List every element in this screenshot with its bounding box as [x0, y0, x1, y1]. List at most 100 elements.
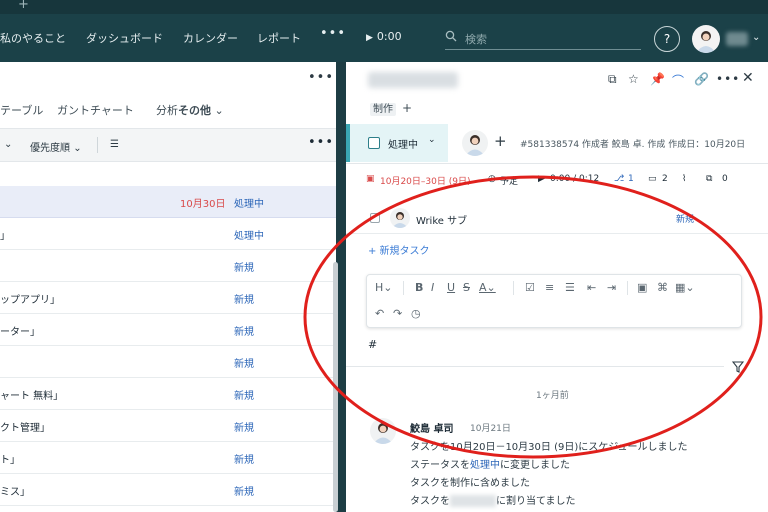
text-color-icon[interactable]: A⌄ [479, 281, 496, 294]
table-row[interactable]: ャート 無料」 新規 [0, 378, 336, 410]
row-name: ト」 [0, 455, 20, 466]
row-status[interactable]: 新規 [234, 419, 254, 434]
chevron-down-icon[interactable]: ⌄ [4, 139, 12, 150]
table-row[interactable]: 」 処理中 [0, 218, 336, 250]
date-range[interactable]: 10月20日–30日 (9日) [380, 174, 470, 187]
task-list-panel: ••• テーブル ガントチャート 分析その他 ⌄ ⌄ 優先度順 ⌄ ☰ ••• … [0, 62, 338, 512]
activity-link[interactable]: 処理中 [470, 460, 500, 471]
table-row[interactable]: 新規 [0, 346, 336, 378]
bullet-list-icon[interactable]: ☰ [565, 281, 575, 294]
table-row[interactable]: ップアプリ」 新規 [0, 282, 336, 314]
scrollbar[interactable] [333, 262, 338, 512]
row-status[interactable]: 新規 [234, 323, 254, 338]
strikethrough-icon[interactable]: S [463, 281, 470, 294]
assignee-avatar[interactable] [462, 130, 488, 156]
filter-icon[interactable] [732, 361, 744, 373]
table-row[interactable]: ト」 新規 [0, 442, 336, 474]
row-name: クト管理」 [0, 423, 50, 434]
editor-content[interactable]: # [368, 338, 377, 351]
image-icon[interactable]: ▣ [637, 281, 647, 294]
link-icon[interactable]: 🔗 [694, 72, 709, 86]
status-dropdown[interactable]: 処理中 ⌄ [346, 124, 448, 162]
row-status[interactable]: 新規 [234, 355, 254, 370]
due-label[interactable]: 予定 [500, 174, 518, 187]
activity-link[interactable]: 制作 [450, 478, 470, 489]
pin-icon[interactable]: 📌 [650, 72, 665, 86]
subtasks-count[interactable]: 1 [628, 174, 634, 184]
row-status[interactable]: 新規 [234, 259, 254, 274]
dependencies-count[interactable]: 0 [722, 174, 728, 184]
window-icon[interactable]: ⧉ [608, 72, 617, 87]
time-tracking[interactable]: 0:00 / 0:12 [550, 174, 599, 184]
timer[interactable]: ▶ 0:00 [366, 30, 402, 43]
panel-more-icon[interactable]: ••• [308, 70, 334, 85]
activity-user[interactable]: 鮫島 卓司 [410, 420, 453, 435]
sort-dropdown[interactable]: 優先度順 ⌄ [30, 139, 82, 154]
nav-dashboard[interactable]: ダッシュボード [86, 30, 163, 46]
row-status[interactable]: 新規 [234, 451, 254, 466]
link-icon[interactable]: ⌘ [657, 281, 668, 294]
nav-reports[interactable]: レポート [257, 30, 301, 46]
undo-icon[interactable]: ↶ [375, 307, 384, 320]
tab-table[interactable]: テーブル [0, 102, 43, 118]
outdent-icon[interactable]: ⇤ [587, 281, 596, 294]
timer-value: 0:00 [376, 30, 402, 43]
table-row[interactable]: 10月30日 処理中 [0, 186, 336, 218]
nav-calendar[interactable]: カレンダー [183, 30, 238, 46]
bold-icon[interactable]: B [415, 281, 423, 294]
row-status[interactable]: 新規 [234, 291, 254, 306]
play-icon: ▶ [366, 33, 373, 43]
rss-icon[interactable]: ⌒ [672, 72, 684, 89]
checklist-icon[interactable]: ☰ [110, 139, 119, 150]
table-row[interactable]: 新規 [0, 250, 336, 282]
row-status[interactable]: 新規 [234, 387, 254, 402]
toolbar-more-icon[interactable]: ••• [308, 135, 334, 150]
chevron-down-icon[interactable]: ⌄ [752, 32, 760, 43]
new-tab-icon[interactable]: + [18, 0, 34, 12]
subtask-name[interactable]: Wrike サブ [416, 212, 467, 227]
more-icon[interactable]: ••• [716, 72, 740, 86]
add-tag-icon[interactable]: + [402, 101, 412, 115]
subtask-row[interactable]: Wrike サブ 新規 [346, 202, 768, 234]
attachment-icon[interactable]: ⌇ [682, 174, 686, 184]
new-task-button[interactable]: + 新規タスク [368, 242, 430, 257]
table-row[interactable]: クト管理」 新規 [0, 410, 336, 442]
table-row[interactable]: ーター」 新規 [0, 314, 336, 346]
heading-icon[interactable]: H⌄ [375, 281, 393, 294]
image-icon: ▭ [648, 174, 657, 184]
underline-icon[interactable]: U [447, 281, 455, 294]
indent-icon[interactable]: ⇥ [607, 281, 616, 294]
dependency-icon: ⧉ [706, 174, 713, 184]
user-avatar[interactable] [692, 25, 720, 53]
numbered-list-icon[interactable]: ≡ [545, 281, 554, 294]
tab-analytics[interactable]: 分析その他 ⌄ [156, 102, 224, 118]
task-rows: 10月30日 処理中 」処理中 新規 ップアプリ」 新規 ーター」 新規 新規 ャート… [0, 186, 336, 506]
subtask-checkbox[interactable] [370, 213, 380, 223]
activity-timestamp: 1ヶ月前 [536, 391, 569, 401]
add-assignee-icon[interactable]: + [494, 132, 507, 150]
subtask-status[interactable]: 新規 [676, 212, 694, 225]
redo-icon[interactable]: ↷ [393, 307, 402, 320]
avatar-image [392, 212, 408, 228]
status-checkbox[interactable] [368, 137, 380, 149]
help-button[interactable]: ? [654, 26, 680, 52]
tab-analytics-label: 分析 [156, 104, 178, 117]
italic-icon[interactable]: I [431, 281, 434, 294]
attachments-count[interactable]: 2 [662, 174, 668, 184]
nav-more-icon[interactable]: ••• [320, 26, 346, 41]
row-status[interactable]: 処理中 [234, 195, 264, 210]
tab-gantt[interactable]: ガントチャート [57, 102, 134, 118]
nav-my-work[interactable]: 私のやること [0, 30, 66, 46]
avatar-image [465, 135, 485, 156]
history-icon[interactable]: ◷ [411, 307, 421, 320]
search-input[interactable]: 検索 [445, 26, 641, 50]
play-icon[interactable]: ▶ [538, 174, 545, 184]
table-row[interactable]: ミス」 新規 [0, 474, 336, 506]
checkbox-list-icon[interactable]: ☑ [525, 281, 535, 294]
row-status[interactable]: 処理中 [234, 227, 264, 242]
star-icon[interactable]: ☆ [628, 72, 639, 86]
table-icon[interactable]: ▦⌄ [675, 281, 695, 294]
row-status[interactable]: 新規 [234, 483, 254, 498]
close-icon[interactable]: ✕ [742, 70, 754, 86]
folder-tag[interactable]: 制作 [370, 103, 396, 116]
